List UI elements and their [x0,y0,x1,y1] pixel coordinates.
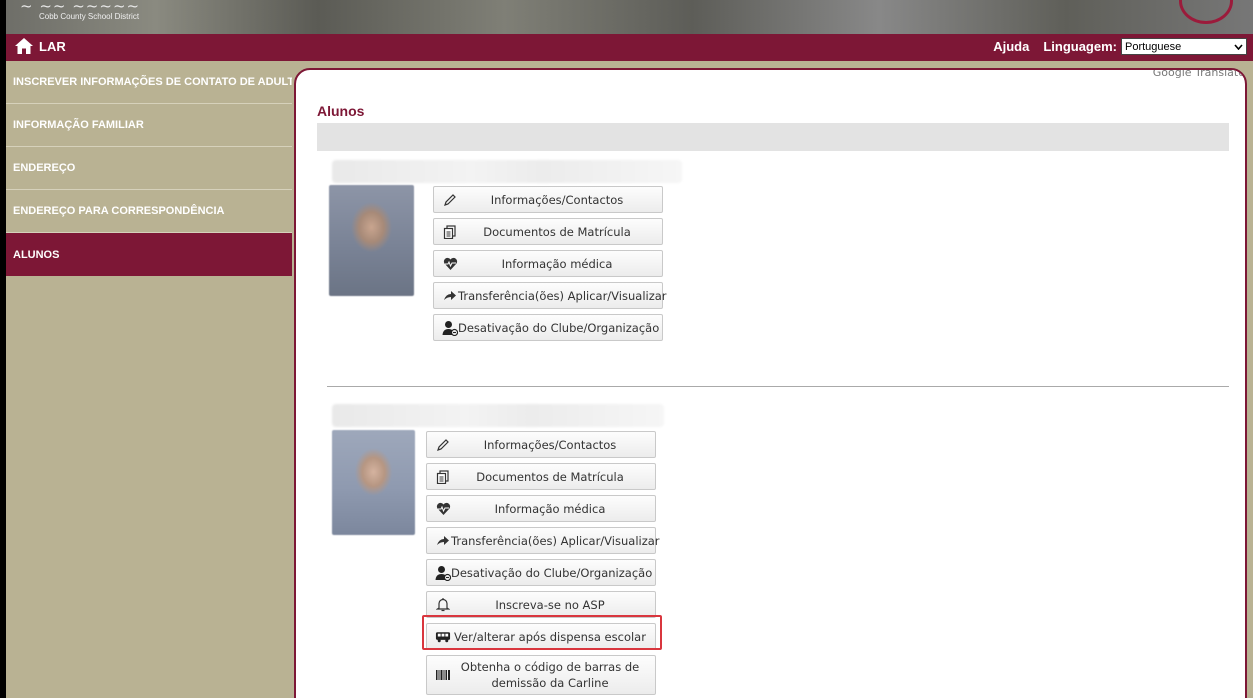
bell-icon [435,597,451,613]
help-link[interactable]: Ajuda [993,39,1029,54]
language-select[interactable]: Portuguese [1121,38,1247,55]
documents-icon [442,224,458,240]
sidebar-item-label: ALUNOS [13,248,60,261]
user-minus-icon [435,565,451,581]
club-deactivation-button[interactable]: Desativação do Clube/Organização [426,559,656,586]
students-header-band [317,123,1229,151]
enrollment-documents-button[interactable]: Documentos de Matrícula [433,218,663,245]
medical-info-button[interactable]: Informação médica [426,495,656,522]
page-title: Alunos [317,103,365,119]
district-name: Cobb County School District [39,12,140,21]
button-label: Informações/Contactos [490,192,624,207]
button-label: Obtenha o código de barras de demissão d… [460,660,640,690]
button-label: Inscreva-se no ASP [495,597,605,612]
student-photo [332,430,415,535]
home-link[interactable]: LAR [14,37,66,55]
button-label: Desativação do Clube/Organização [458,320,660,335]
student-name-redacted [332,404,664,427]
button-label: Ver/alterar após dispensa escolar [454,629,646,644]
sidebar-item-label: INFORMAÇÃO FAMILIAR [13,119,144,131]
student-photo [329,185,414,296]
arrow-right-icon [435,533,451,549]
heartbeat-icon [435,501,451,517]
sidebar-item-label: ENDEREÇO PARA CORRESPONDÊNCIA [13,205,225,217]
asp-signup-button[interactable]: Inscreva-se no ASP [426,591,656,618]
medical-info-button[interactable]: Informação médica [433,250,663,277]
home-icon [14,37,34,55]
button-label: Informação médica [494,501,606,516]
student-name-redacted [332,160,682,183]
student-actions: Informações/Contactos Documentos de Matr… [426,431,660,695]
google-translate-link[interactable]: Google Translate [1150,70,1245,79]
barcode-icon [435,667,451,683]
button-label: Transferência(ões) Aplicar/Visualizar [458,288,667,303]
button-label: Documentos de Matrícula [476,469,624,484]
sidebar: INSCREVER INFORMAÇÕES DE CONTATO DE ADUL… [6,61,292,698]
student-divider [327,386,1229,387]
button-label: Desativação do Clube/Organização [451,565,653,580]
button-label: Documentos de Matrícula [483,224,631,239]
contacts-button[interactable]: Informações/Contactos [426,431,656,458]
documents-icon [435,469,451,485]
button-label: Transferência(ões) Aplicar/Visualizar [451,533,660,548]
language-selected-value: Portuguese [1125,40,1182,53]
contacts-button[interactable]: Informações/Contactos [433,186,663,213]
button-label: Informação médica [501,256,613,271]
club-deactivation-button[interactable]: Desativação do Clube/Organização [433,314,663,341]
sidebar-item-label: ENDEREÇO [13,162,76,174]
bus-icon [435,629,451,645]
sidebar-item-address[interactable]: ENDEREÇO [6,147,292,190]
chevron-down-icon [1234,43,1243,50]
top-nav-bar: LAR Ajuda Linguagem: Portuguese [6,34,1253,61]
sidebar-item-adult-contacts[interactable]: INSCREVER INFORMAÇÕES DE CONTATO DE ADUL… [6,61,292,104]
heartbeat-icon [442,256,458,272]
pencil-icon [442,192,458,208]
student-actions: Informações/Contactos Documentos de Matr… [433,186,667,341]
home-label: LAR [39,38,66,54]
district-banner: ~ ~~ ~~~~~ Cobb County School District [6,0,1253,34]
carline-barcode-button[interactable]: Obtenha o código de barras de demissão d… [426,655,656,695]
transfer-button[interactable]: Transferência(ões) Aplicar/Visualizar [426,527,660,554]
sidebar-item-mailing-address[interactable]: ENDEREÇO PARA CORRESPONDÊNCIA [6,190,292,233]
sidebar-item-students[interactable]: ALUNOS [6,233,292,276]
language-label: Linguagem: [1043,39,1117,54]
district-seal-icon [1179,0,1233,24]
button-label: Informações/Contactos [483,437,617,452]
pencil-icon [435,437,451,453]
main-content-panel: Google Translate Alunos Informações/Cont… [294,68,1247,698]
transfer-button[interactable]: Transferência(ões) Aplicar/Visualizar [433,282,667,309]
top-right-controls: Ajuda Linguagem: Portuguese [993,38,1247,55]
user-minus-icon [442,320,458,336]
district-logo-script: ~ ~~ ~~~~~ [20,0,141,15]
after-school-dismissal-button[interactable]: Ver/alterar após dispensa escolar [426,623,656,650]
app-frame: ~ ~~ ~~~~~ Cobb County School District L… [6,0,1253,698]
enrollment-documents-button[interactable]: Documentos de Matrícula [426,463,656,490]
arrow-right-icon [442,288,458,304]
sidebar-item-family-info[interactable]: INFORMAÇÃO FAMILIAR [6,104,292,147]
sidebar-item-label: INSCREVER INFORMAÇÕES DE CONTATO DE ADUL… [13,76,292,88]
